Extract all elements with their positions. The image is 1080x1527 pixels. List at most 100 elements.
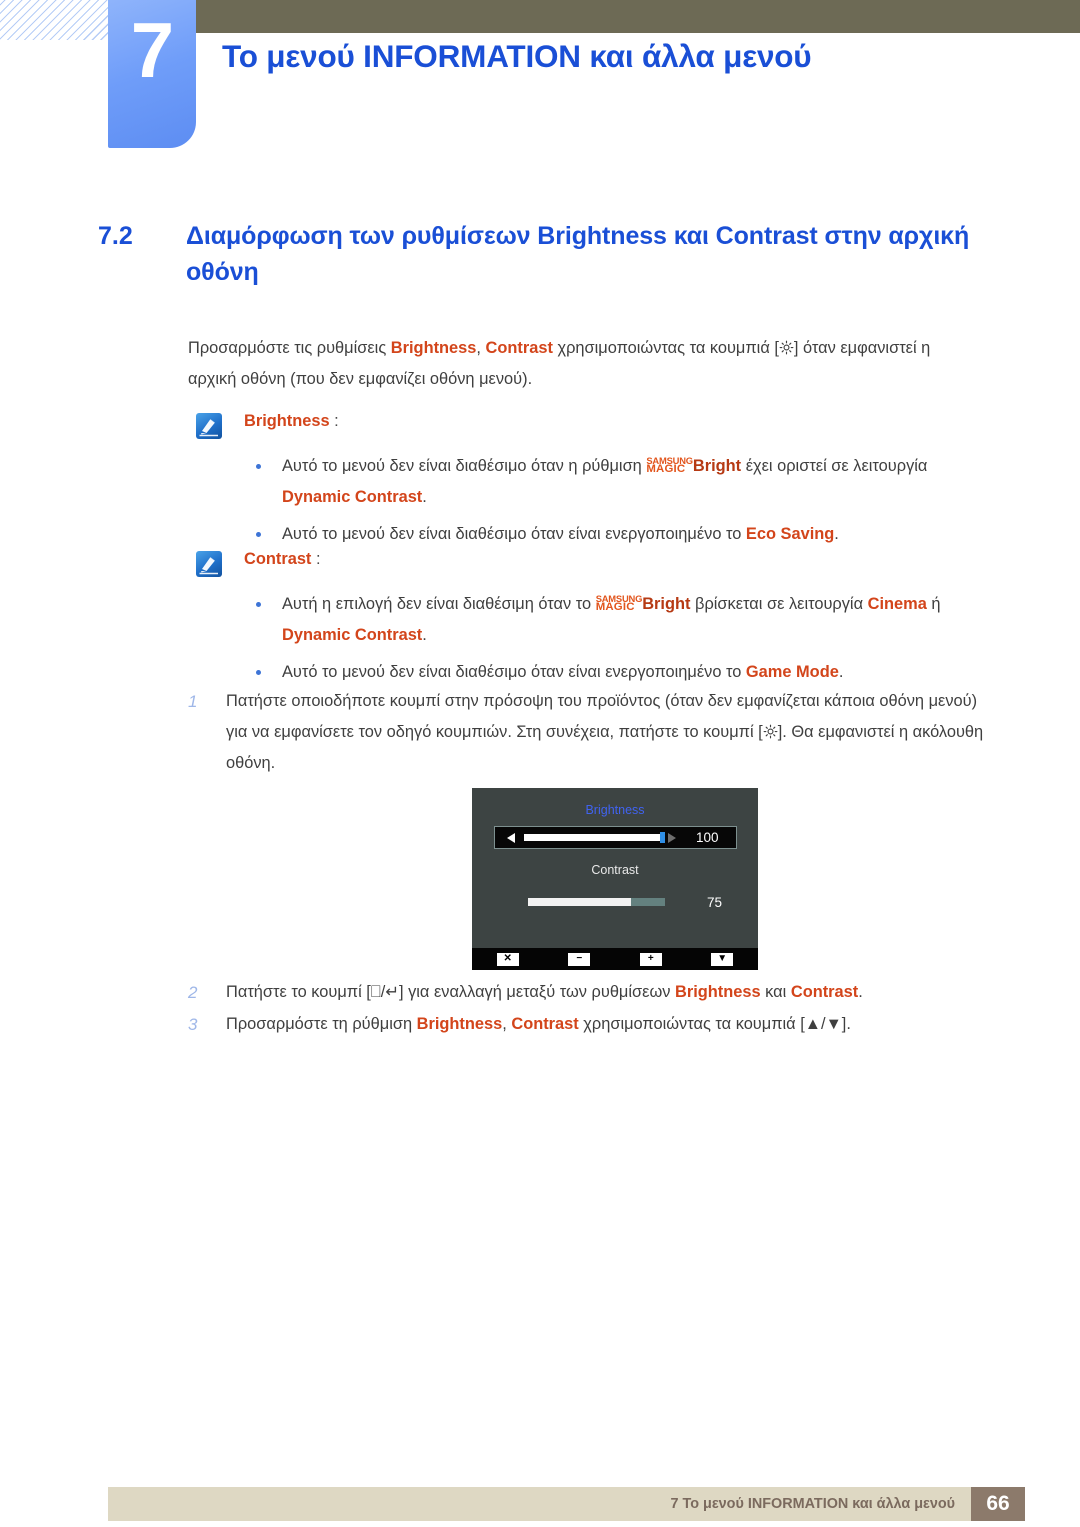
note-title-text: Brightness bbox=[244, 412, 330, 430]
osd-button-slot: ✕ bbox=[472, 952, 544, 966]
note-title-colon: : bbox=[329, 412, 339, 430]
bullet-item: Αυτή η επιλογή δεν είναι διαθέσιμη όταν … bbox=[244, 589, 984, 651]
osd-contrast-slider[interactable] bbox=[528, 898, 665, 906]
bullet-text-1: Αυτό το μενού δεν είναι διαθέσιμο όταν ε… bbox=[282, 525, 746, 543]
bullet-item: Αυτό το μενού δεν είναι διαθέσιμο όταν ε… bbox=[244, 519, 984, 550]
step-text-1: Πατήστε το κουμπί [ bbox=[226, 983, 371, 1001]
magicbright-magic: MAGIC bbox=[646, 463, 686, 475]
step-text-2: ] για εναλλαγή μεταξύ των ρυθμίσεων bbox=[398, 983, 675, 1001]
osd-brightness-slider[interactable] bbox=[524, 832, 665, 843]
note-pen-icon bbox=[196, 413, 222, 439]
bullet-text-1: Αυτή η επιλογή δεν είναι διαθέσιμη όταν … bbox=[282, 595, 596, 613]
chapter-title: Το μενού INFORMATION και άλλα μενού bbox=[222, 38, 812, 74]
magicbright-logo: SAMSUNG MAGIC Bright bbox=[646, 451, 741, 482]
osd-button-slot: − bbox=[544, 952, 616, 966]
step-keyword-1: Brightness bbox=[675, 983, 761, 1001]
intro-contrast-keyword: Contrast bbox=[485, 339, 553, 357]
osd-brightness-value: 100 bbox=[696, 830, 719, 845]
section-title: Διαμόρφωση των ρυθμίσεων Brightness και … bbox=[186, 218, 1018, 290]
note-title-contrast: Contrast : bbox=[244, 550, 321, 569]
bullet-keyword-1: Cinema bbox=[867, 595, 927, 613]
brightness-sun-icon bbox=[763, 719, 778, 739]
bullet-keyword-1: Dynamic Contrast bbox=[282, 488, 423, 506]
intro-text-3: χρησιμοποιώντας τα κουμπιά [ bbox=[552, 339, 779, 357]
bullet-text-2: έχει οριστεί σε λειτουργία bbox=[741, 457, 928, 475]
intro-brightness-keyword: Brightness bbox=[390, 339, 477, 357]
osd-body: Brightness 100 Contrast 75 bbox=[472, 788, 758, 945]
note-title-brightness: Brightness : bbox=[244, 412, 339, 431]
source-key-icon: ⎕ bbox=[370, 983, 381, 1001]
section-heading: 7.2 Διαμόρφωση των ρυθμίσεων Brightness … bbox=[98, 218, 1018, 290]
bullet-text-3: . bbox=[422, 488, 427, 506]
step-text-3: και bbox=[760, 983, 791, 1001]
osd-screenshot: Brightness 100 Contrast 75 ✕ − + ▼ bbox=[472, 788, 758, 970]
bullet-text-3: . bbox=[834, 525, 839, 543]
step-1: 1 Πατήστε οποιοδήποτε κουμπί στην πρόσοψ… bbox=[188, 686, 988, 779]
osd-contrast-label: Contrast bbox=[591, 863, 639, 877]
magicbright-logo: SAMSUNG MAGIC Bright bbox=[596, 589, 691, 620]
osd-brightness-row[interactable]: 100 bbox=[494, 826, 737, 849]
step-text-3: χρησιμοποιώντας τα κουμπιά [ bbox=[578, 1015, 805, 1033]
osd-contrast-row[interactable]: 75 bbox=[494, 892, 737, 912]
decorative-hatch-pattern bbox=[0, 0, 110, 40]
bullet-text-1: Αυτό το μενού δεν είναι διαθέσιμο όταν ε… bbox=[282, 663, 746, 681]
intro-paragraph: Προσαρμόστε τις ρυθμίσεις Brightness, Co… bbox=[188, 333, 978, 395]
note-title-text: Contrast bbox=[244, 550, 312, 568]
bullet-text-3: . bbox=[422, 626, 427, 644]
note-title-colon: : bbox=[311, 550, 321, 568]
chapter-number: 7 bbox=[130, 6, 174, 94]
step-keyword-1: Brightness bbox=[416, 1015, 503, 1033]
section-title-line1: Διαμόρφωση των ρυθμίσεων Brightness και … bbox=[186, 222, 818, 250]
step-text: Προσαρμόστε τη ρύθμιση Brightness, Contr… bbox=[226, 1009, 1008, 1040]
magicbright-magic: MAGIC bbox=[595, 601, 635, 613]
step-text: Πατήστε το κουμπί [⎕/↵] για εναλλαγή μετ… bbox=[226, 977, 1008, 1008]
header-olive-bar bbox=[196, 0, 1080, 33]
bullet-text-3: . bbox=[838, 663, 844, 681]
brightness-sun-icon bbox=[779, 335, 794, 355]
osd-brightness-label: Brightness bbox=[585, 803, 645, 817]
intro-text-2: , bbox=[476, 339, 486, 357]
enter-key-icon: ↵ bbox=[385, 983, 399, 1001]
osd-right-arrow-icon[interactable] bbox=[668, 832, 676, 843]
step-text-1: Προσαρμόστε τη ρύθμιση bbox=[226, 1015, 417, 1033]
step-number: 2 bbox=[188, 983, 198, 1002]
page-footer: 7 Το μενού INFORMATION και άλλα μενού 66 bbox=[108, 1487, 1025, 1521]
step-number: 3 bbox=[188, 1015, 198, 1034]
step-keyword-2: Contrast bbox=[790, 983, 859, 1001]
bullet-text-1: Αυτό το μενού δεν είναι διαθέσιμο όταν η… bbox=[282, 457, 647, 475]
osd-contrast-fill bbox=[528, 898, 631, 906]
bullet-text-2b: ή bbox=[926, 595, 941, 613]
osd-contrast-value: 75 bbox=[707, 894, 723, 910]
chapter-number-tab: 7 bbox=[108, 0, 196, 148]
bullet-keyword-2: Dynamic Contrast bbox=[282, 626, 423, 644]
step-3: 3 Προσαρμόστε τη ρύθμιση Brightness, Con… bbox=[188, 1009, 1008, 1040]
up-key-icon: ▲ bbox=[804, 1015, 821, 1033]
magicbright-bright: Bright bbox=[692, 457, 742, 475]
increase-button[interactable]: + bbox=[639, 952, 662, 966]
osd-button-slot: + bbox=[615, 952, 687, 966]
bullet-keyword-1: Game Mode bbox=[745, 663, 839, 681]
note-bullets-contrast: Αυτή η επιλογή δεν είναι διαθέσιμη όταν … bbox=[244, 589, 984, 694]
bullet-text-2: βρίσκεται σε λειτουργία bbox=[690, 595, 868, 613]
bullet-item: Αυτό το μενού δεν είναι διαθέσιμο όταν η… bbox=[244, 451, 984, 513]
step-keyword-2: Contrast bbox=[511, 1015, 579, 1033]
step-number: 1 bbox=[188, 692, 198, 711]
bullet-keyword-1: Eco Saving bbox=[745, 525, 835, 543]
section-number: 7.2 bbox=[98, 222, 133, 250]
down-key-icon: ▼ bbox=[825, 1015, 842, 1033]
footer-chapter-label: 7 Το μενού INFORMATION και άλλα μενού bbox=[670, 1496, 955, 1512]
step-2: 2 Πατήστε το κουμπί [⎕/↵] για εναλλαγή μ… bbox=[188, 977, 1008, 1008]
note-pen-icon bbox=[196, 551, 222, 577]
close-button[interactable]: ✕ bbox=[496, 952, 519, 966]
osd-button-slot: ▼ bbox=[687, 952, 759, 966]
step-text-4: . bbox=[858, 983, 863, 1001]
magicbright-bright: Bright bbox=[642, 595, 691, 613]
down-button[interactable]: ▼ bbox=[711, 952, 734, 966]
osd-left-arrow-icon[interactable] bbox=[507, 832, 515, 843]
step-text-2: , bbox=[502, 1015, 512, 1033]
bullet-item: Αυτό το μενού δεν είναι διαθέσιμο όταν ε… bbox=[244, 657, 984, 688]
osd-brightness-handle[interactable] bbox=[660, 832, 665, 843]
osd-button-bar: ✕ − + ▼ bbox=[472, 948, 758, 970]
decrease-button[interactable]: − bbox=[568, 952, 591, 966]
chapter-banner: 7 Το μενού INFORMATION και άλλα μενού bbox=[0, 0, 1080, 150]
